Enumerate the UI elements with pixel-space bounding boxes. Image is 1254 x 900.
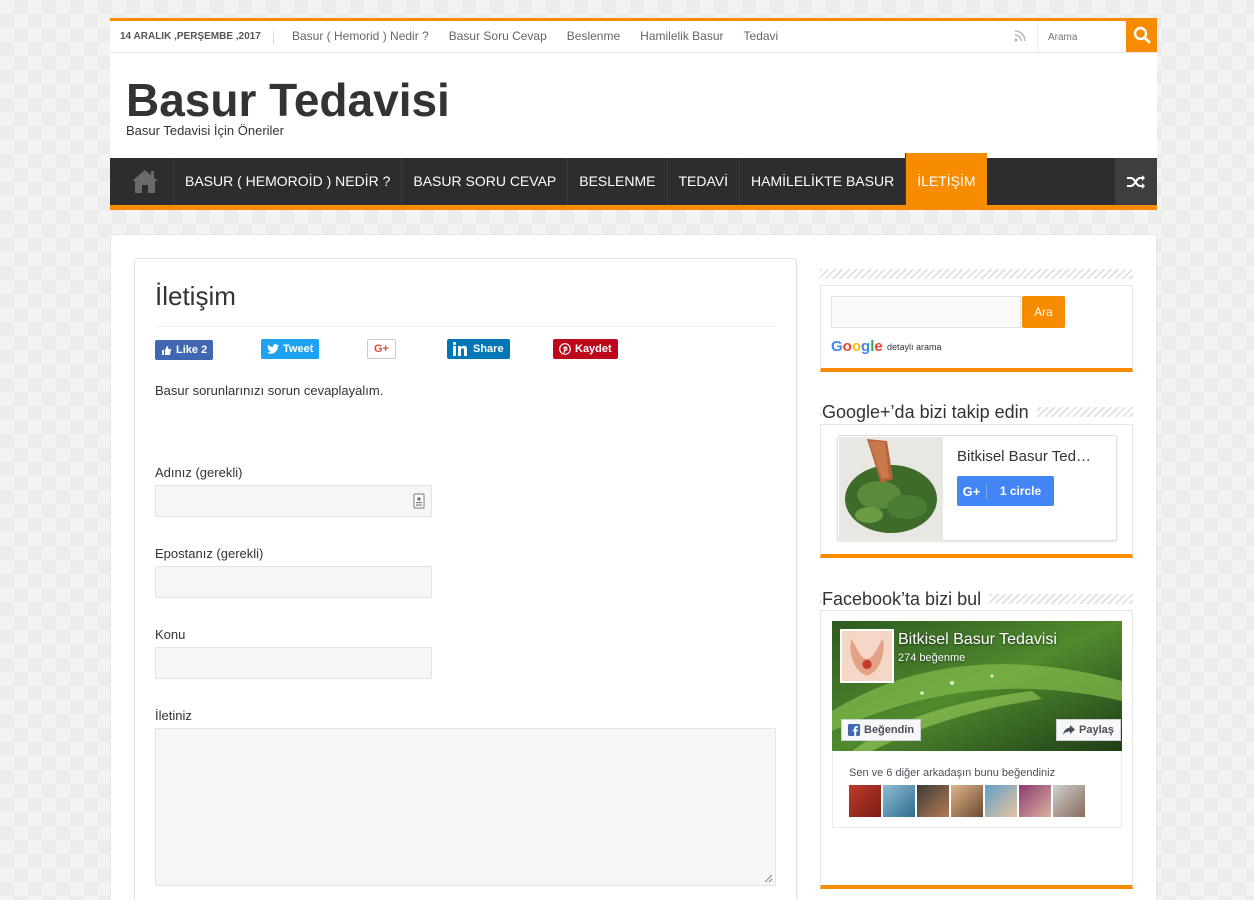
name-field[interactable] — [155, 485, 432, 517]
email-field[interactable] — [155, 566, 432, 598]
subject-label: Konu — [155, 627, 186, 642]
pinterest-save-button[interactable]: Kaydet — [553, 339, 618, 359]
google-plus-icon: G+ — [374, 343, 389, 355]
id-card-icon — [413, 493, 425, 509]
facebook-liked-button[interactable]: Beğendin — [841, 719, 922, 741]
top-search-input[interactable] — [1037, 23, 1126, 51]
friend-avatar[interactable] — [917, 785, 949, 817]
friend-avatar[interactable] — [951, 785, 983, 817]
message-label: İletiniz — [155, 708, 192, 723]
nav-item-soru-cevap[interactable]: BASUR SORU CEVAP — [401, 158, 567, 205]
widget-title-gplus: Google+’da bizi takip edin — [822, 402, 1037, 423]
twitter-icon — [267, 344, 279, 354]
friend-avatar[interactable] — [985, 785, 1017, 817]
facebook-liked-label: Beğendin — [864, 724, 915, 736]
friend-avatar[interactable] — [1053, 785, 1085, 817]
nav-item-iletisim[interactable]: İLETİŞİM — [905, 153, 987, 205]
top-link-tedavi[interactable]: Tedavi — [744, 29, 779, 43]
circle-count: 1 circle — [999, 484, 1042, 498]
top-link-hemorid[interactable]: Basur ( Hemorid ) Nedir ? — [292, 29, 429, 43]
google-search-subtitle: detaylı arama — [887, 342, 942, 352]
message-textarea[interactable] — [155, 728, 776, 886]
facebook-share-button[interactable]: Paylaş — [1056, 719, 1121, 741]
page-title: İletişim — [155, 281, 236, 311]
facebook-page-name[interactable]: Bitkisel Basur Tedavisi — [898, 631, 1057, 649]
top-menu: Basur ( Hemorid ) Nedir ? Basur Soru Cev… — [292, 29, 778, 43]
facebook-page-avatar — [840, 629, 894, 683]
widget-title-facebook: Facebook’ta bizi bul — [822, 589, 990, 610]
site-header: Basur Tedavisi Basur Tedavisi İçin Öneri… — [110, 53, 1157, 158]
facebook-like-label: Like 2 — [176, 344, 208, 356]
facebook-page-cover[interactable]: Bitkisel Basur Tedavisi 274 beğenme Beğe… — [832, 621, 1122, 751]
facebook-friends-box: Sen ve 6 diğer arkadaşın bunu beğendiniz — [832, 751, 1122, 828]
add-to-circle-button[interactable]: G+ 1 circle — [957, 476, 1054, 506]
nav-item-beslenme[interactable]: BESLENME — [567, 158, 666, 205]
google-search-button[interactable]: Ara — [1022, 296, 1065, 328]
nav-item-hemoroid[interactable]: BASUR ( HEMOROİD ) NEDİR ? — [173, 158, 401, 205]
google-plus-page-name[interactable]: Bitkisel Basur Ted… — [957, 448, 1091, 465]
facebook-widget: Bitkisel Basur Tedavisi 274 beğenme Beğe… — [820, 610, 1133, 889]
facebook-likes-count: 274 beğenme — [898, 652, 966, 664]
herb-mortar-photo — [839, 437, 943, 541]
google-plus-widget: Bitkisel Basur Ted… G+ 1 circle — [820, 424, 1133, 558]
google-plus-icon: G+ — [957, 483, 987, 499]
intro-text: Basur sorunlarınızı sorun cevaplayalım. — [155, 383, 384, 398]
top-link-hamilelik[interactable]: Hamilelik Basur — [640, 29, 723, 43]
facebook-friends-text: Sen ve 6 diğer arkadaşın bunu beğendiniz — [849, 767, 1056, 779]
random-post-button[interactable] — [1115, 158, 1157, 205]
friend-avatar[interactable] — [849, 785, 881, 817]
share-arrow-icon — [1063, 725, 1075, 735]
friend-avatar[interactable] — [883, 785, 915, 817]
site-tagline: Basur Tedavisi İçin Öneriler — [126, 123, 284, 138]
nav-item-tedavi[interactable]: TEDAVİ — [666, 158, 740, 205]
site-logo[interactable]: Basur Tedavisi — [126, 73, 450, 127]
tweet-button[interactable]: Tweet — [261, 339, 320, 359]
top-search-button[interactable] — [1126, 18, 1157, 52]
pinterest-label: Kaydet — [575, 343, 612, 355]
google-search-widget: Ara Google detaylı arama — [820, 285, 1133, 372]
nav-item-hamilelik[interactable]: HAMİLELİKTE BASUR — [739, 158, 905, 205]
post-article: İletişim Like 2 Tweet G+ Share Kaydet Ba… — [134, 258, 797, 900]
google-plus-badge[interactable]: Bitkisel Basur Ted… G+ 1 circle — [837, 435, 1117, 541]
current-date: 14 ARALIK ,PERŞEMBE ,2017 — [120, 31, 274, 45]
facebook-share-label: Paylaş — [1079, 724, 1114, 736]
subject-field[interactable] — [155, 647, 432, 679]
widget-stripe — [820, 269, 1133, 279]
name-label: Adınız (gerekli) — [155, 465, 243, 480]
main-navigation: BASUR ( HEMOROİD ) NEDİR ? BASUR SORU CE… — [110, 153, 1157, 210]
thumbs-up-icon — [162, 345, 171, 355]
top-link-beslenme[interactable]: Beslenme — [567, 29, 620, 43]
title-divider — [155, 326, 775, 327]
top-bar: 14 ARALIK ,PERŞEMBE ,2017 Basur ( Hemori… — [110, 18, 1157, 53]
search-icon — [1133, 26, 1150, 44]
friend-avatar[interactable] — [1019, 785, 1051, 817]
facebook-icon — [848, 724, 860, 736]
tweet-label: Tweet — [283, 343, 314, 355]
pinterest-icon — [559, 343, 571, 355]
google-logo: Google — [831, 338, 883, 355]
google-search-input[interactable] — [831, 296, 1021, 328]
linkedin-label: Share — [473, 343, 504, 355]
home-icon[interactable] — [130, 167, 160, 195]
facebook-like-button[interactable]: Like 2 — [155, 340, 214, 360]
rss-icon[interactable] — [1013, 29, 1027, 43]
google-plus-share-button[interactable]: G+ — [367, 339, 396, 359]
linkedin-icon — [453, 342, 467, 356]
facebook-friend-faces — [849, 785, 1085, 817]
top-link-soru-cevap[interactable]: Basur Soru Cevap — [449, 29, 547, 43]
linkedin-share-button[interactable]: Share — [447, 339, 510, 359]
shuffle-icon — [1127, 174, 1145, 189]
email-label: Epostanız (gerekli) — [155, 546, 264, 561]
resize-handle-icon[interactable] — [764, 874, 773, 883]
